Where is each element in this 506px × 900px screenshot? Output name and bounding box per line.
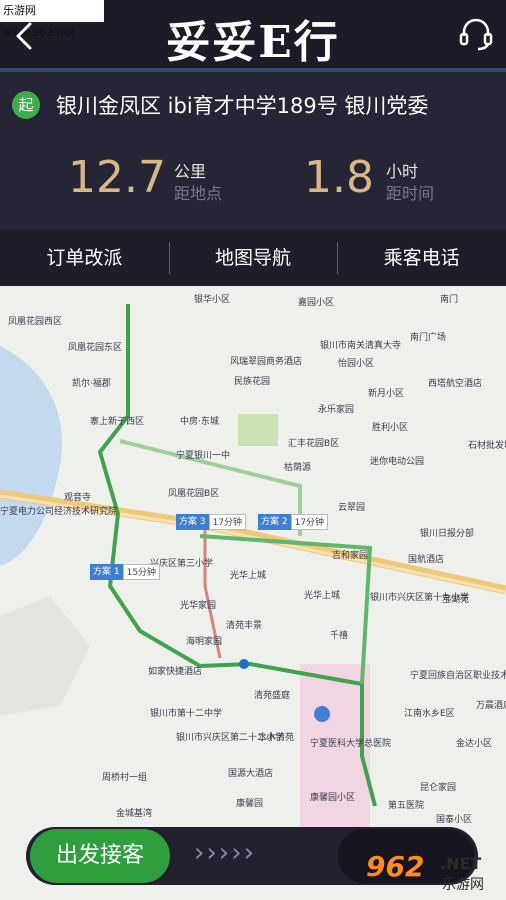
start-point-icon: 起 [12,91,40,119]
route-plan-2-tag[interactable]: 方案 2 17分钟 [258,514,329,530]
map-label: 嘉园小区 [298,298,335,308]
plan-time: 17分钟 [290,514,329,530]
map-label: 金城基湾 [116,809,153,819]
map-label: 昆仑家园 [420,783,457,793]
map-label: 康馨园 [236,799,264,809]
reassign-order-button[interactable]: 订单改派 [0,230,169,286]
start-pickup-button[interactable]: 出发接客 [30,829,170,883]
urban-block [0,596,90,716]
park-area [238,414,278,446]
trip-info-panel: 起 银川金凤区 ibi育才中学189号 银川党委 12.7 公里 距地点 1.8… [0,72,506,230]
map-label: 胜利小区 [372,423,409,433]
map-label: 中房·东城 [180,417,219,427]
map-label: 凤凰花园B区 [168,489,220,499]
map-label: 银华小区 [194,295,231,305]
map-label: 宁夏医科大学总医院 [310,739,392,749]
map-label: 如家快捷酒店 [148,667,203,677]
plan-time: 17分钟 [208,514,247,530]
map-label: 光华家园 [180,601,217,611]
map-label: 观音寺 [64,493,92,503]
map-label: 银川市兴庆区第二十二小学 [176,733,285,743]
logo-cn: 乐游网 [442,877,484,893]
map-label: 枯荫源 [284,463,312,473]
plan-tag: 方案 2 [258,514,291,530]
map-label: 凤凰花园西区 [8,317,63,327]
route-plan-3-tag[interactable]: 方案 3 17分钟 [176,514,247,530]
map-navigation-button[interactable]: 地图导航 [168,230,338,286]
map-label: 银川日报分部 [420,529,475,539]
map-label: 周桥村一组 [102,773,148,783]
map-label: 新月小区 [368,389,405,399]
map-label: 汇丰花园B区 [288,439,340,449]
start-marker-icon [239,659,249,669]
headset-icon [459,18,493,51]
call-passenger-button[interactable]: 乘客电话 [337,230,506,286]
map-label: 万晨酒店 [476,701,506,711]
site-logo-watermark: 962 .NET 乐游网 [362,850,502,896]
map-label: 国航酒店 [408,555,445,565]
time-value: 1.8 [304,152,374,203]
map-label: 宁夏银川一中 [176,451,231,461]
map-label: 宝湖苑 [442,595,470,605]
map-label: 凯尔·福郡 [72,379,111,389]
map-label: 怡园小区 [338,359,375,369]
map-label: 国源大酒店 [228,769,274,779]
map-label: 海明家园 [186,637,223,647]
pickup-address: 银川金凤区 ibi育才中学189号 银川党委 [56,94,429,118]
distance-value: 12.7 [68,152,166,203]
map-label: 金达小区 [456,739,493,749]
logo-number: 962 [366,850,425,883]
app-header: 乐游网 www.962.net 妥妥E行 [0,0,506,68]
map-label: 石材批发城 [468,441,506,451]
time-unit: 小时 [386,162,419,181]
map-label: 凤凰花园东区 [68,343,123,353]
plan-time: 15分钟 [122,564,161,580]
map-label: 永乐家园 [318,405,355,415]
map-label: 康馨园小区 [310,793,356,803]
destination-pin-icon [314,706,330,722]
route-map[interactable]: 银华小区 嘉园小区 南门广场 南门 凤凰花园西区 凤凰花园东区 银川市南关清真大… [0,286,506,900]
map-label: 光华上城 [230,571,267,581]
map-label: 国泰小区 [436,815,473,825]
map-label: 风瑞翠园商务酒店 [230,357,303,367]
map-label: 宁夏电力公司经济技术研究院 [0,507,118,517]
map-label: 迷你电动公园 [370,457,425,467]
map-label: 南门 [440,295,459,305]
app-title: 妥妥E行 [166,17,340,68]
distance-unit: 公里 [174,162,207,181]
map-label: 第五医院 [388,801,425,811]
distance-label: 距地点 [174,184,223,203]
map-label: 江南水乡E区 [404,709,455,719]
customer-service-button[interactable] [456,14,496,54]
slide-arrows-icon: ››››› [194,838,256,868]
map-label: 清苑丰景 [226,621,263,631]
time-label: 距时间 [386,184,435,203]
map-label: 南门广场 [410,333,447,343]
map-label: 千禧 [330,631,349,641]
plan-tag: 方案 3 [176,514,209,530]
map-label: 清苑盛庭 [254,691,291,701]
map-label: 寨上新子西区 [90,417,145,427]
hospital-area [300,664,370,854]
plan-tag: 方案 1 [90,564,123,580]
map-label: 吉和家园 [332,551,369,561]
map-label: 光华上城 [304,591,341,601]
map-label: 云翠园 [338,503,366,513]
map-label: 西塔航空酒店 [428,379,483,389]
map-label: 宁夏回族自治区职业技术学校 [410,671,506,681]
lake-shape [0,346,62,566]
map-label: 银川市第十二中学 [150,709,223,719]
map-label: 银川市南关清真大寺 [320,341,402,351]
map-label: 民族花园 [234,377,271,387]
route-plan-1-tag[interactable]: 方案 1 15分钟 [90,564,161,580]
logo-net: .NET [440,854,482,873]
action-bar: 订单改派 地图导航 乘客电话 [0,230,506,286]
